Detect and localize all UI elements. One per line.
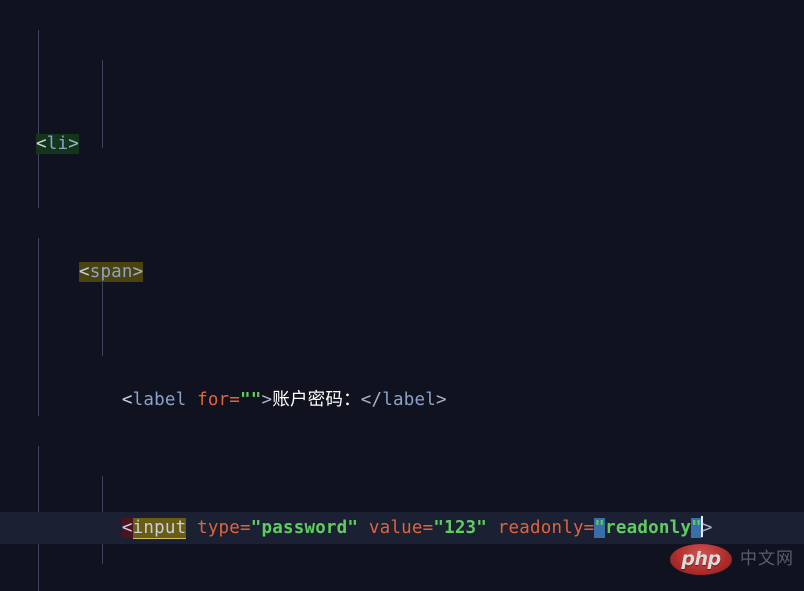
angle-close: > [701,518,713,538]
matching-tag-open-span: <span> [78,262,144,282]
tag-name-label: label [132,390,187,410]
attr-for-value: "" [240,390,262,410]
selected-quote-open[interactable]: " [594,518,606,538]
tag-name-input-highlighted: input [132,518,187,539]
attr-readonly: readonly= [497,518,595,538]
angle-open: < [78,262,90,282]
attr-value: value= [368,518,434,538]
angle-open: < [121,390,133,410]
angle-close: > [435,390,447,410]
attr-for: for= [197,390,241,410]
label-text-account-password: 账户密码： [272,390,361,410]
tag-name-label: label [382,390,436,410]
attr-type: type= [197,518,251,538]
code-line[interactable]: <li> [0,128,804,160]
angle-close: > [132,262,144,282]
quote: " [250,518,262,538]
code-content[interactable]: <li> <span> <label for="">账户密码：</label> … [0,0,804,591]
quote: " [347,518,359,538]
code-line-active[interactable]: <input type="password" value="123" reado… [0,512,804,544]
code-line[interactable]: <label for="">账户密码：</label> [0,384,804,416]
angle-open-error: < [121,518,133,538]
angle-open: < [36,134,47,154]
code-line[interactable]: <span> [0,256,804,288]
quote: " [433,518,445,538]
angle-close: > [68,134,79,154]
angle-close: > [261,390,273,410]
attr-readonly-value: readonly [605,518,692,538]
matching-tag-open-li: <li> [36,134,79,154]
attr-type-value: password [261,518,348,538]
angle-open-slash: </ [360,390,383,410]
quote: " [476,518,488,538]
tag-name-span: span [89,262,133,282]
attr-value-value: 123 [444,518,477,538]
tag-name-li: li [46,134,69,154]
code-editor[interactable]: <li> <span> <label for="">账户密码：</label> … [0,0,804,591]
